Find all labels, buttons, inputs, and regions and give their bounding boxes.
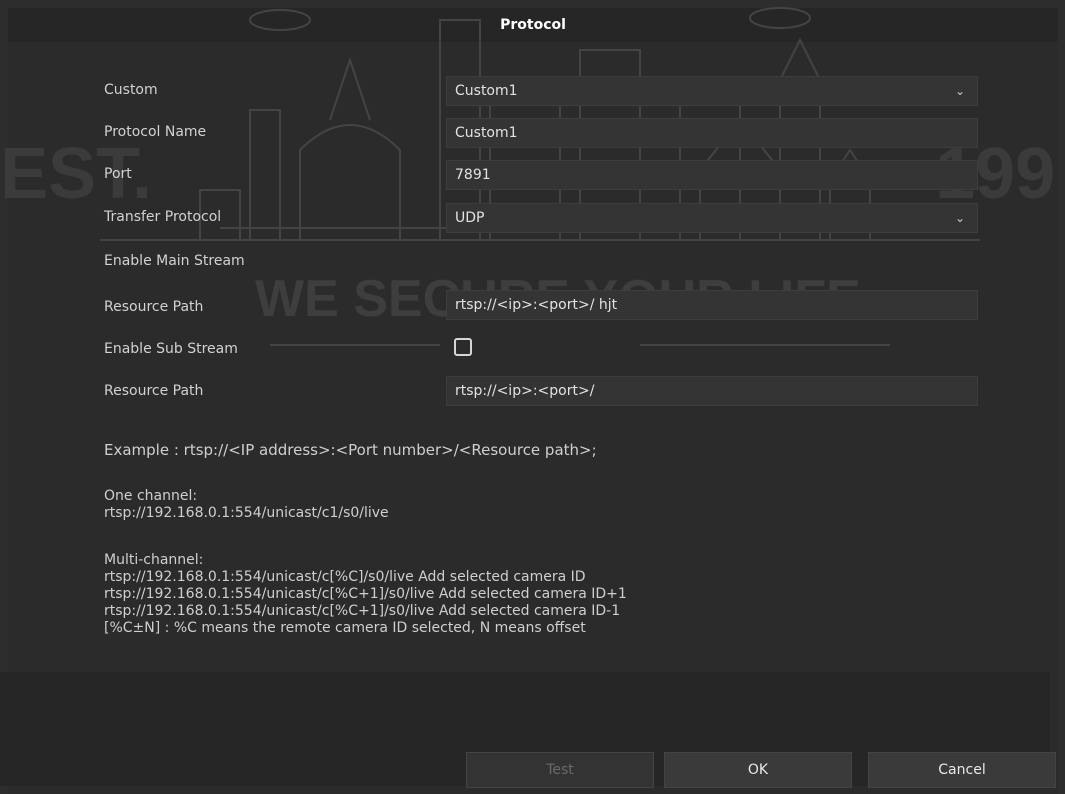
multi-channel-line: rtsp://192.168.0.1:554/unicast/c[%C+1]/s… bbox=[104, 603, 621, 619]
multi-channel-line: rtsp://192.168.0.1:554/unicast/c[%C+1]/s… bbox=[104, 586, 627, 602]
example-text: Example : rtsp://<IP address>:<Port numb… bbox=[104, 441, 597, 459]
protocol-name-input[interactable]: Custom1 bbox=[446, 118, 978, 148]
custom-select[interactable]: Custom1 ⌄ bbox=[446, 76, 978, 106]
transfer-protocol-select[interactable]: UDP ⌄ bbox=[446, 203, 978, 233]
multi-channel-title: Multi-channel: bbox=[104, 552, 204, 568]
protocol-name-label: Protocol Name bbox=[104, 124, 207, 140]
multi-channel-line: [%C±N] : %C means the remote camera ID s… bbox=[104, 620, 586, 636]
transfer-protocol-label: Transfer Protocol bbox=[104, 209, 222, 225]
dialog-title: Protocol bbox=[8, 8, 1058, 42]
main-resource-path-input[interactable]: rtsp://<ip>:<port>/ hjt bbox=[446, 290, 978, 320]
chevron-down-icon: ⌄ bbox=[954, 211, 965, 225]
port-input[interactable]: 7891 bbox=[446, 160, 978, 190]
custom-value: Custom1 bbox=[455, 83, 518, 99]
test-button[interactable]: Test bbox=[466, 752, 654, 788]
transfer-protocol-value: UDP bbox=[455, 210, 485, 226]
one-channel-title: One channel: bbox=[104, 488, 198, 504]
enable-sub-stream-label: Enable Sub Stream bbox=[104, 341, 238, 357]
port-label: Port bbox=[104, 166, 132, 182]
enable-main-stream-label: Enable Main Stream bbox=[104, 253, 245, 269]
sub-resource-path-input[interactable]: rtsp://<ip>:<port>/ bbox=[446, 376, 978, 406]
multi-channel-line: rtsp://192.168.0.1:554/unicast/c[%C]/s0/… bbox=[104, 569, 586, 585]
chevron-down-icon: ⌄ bbox=[954, 84, 965, 98]
enable-sub-stream-checkbox[interactable] bbox=[454, 338, 472, 356]
sub-resource-path-label: Resource Path bbox=[104, 383, 204, 399]
custom-label: Custom bbox=[104, 82, 158, 98]
main-resource-path-label: Resource Path bbox=[104, 299, 204, 315]
one-channel-url: rtsp://192.168.0.1:554/unicast/c1/s0/liv… bbox=[104, 505, 389, 521]
cancel-button[interactable]: Cancel bbox=[868, 752, 1056, 788]
ok-button[interactable]: OK bbox=[664, 752, 852, 788]
